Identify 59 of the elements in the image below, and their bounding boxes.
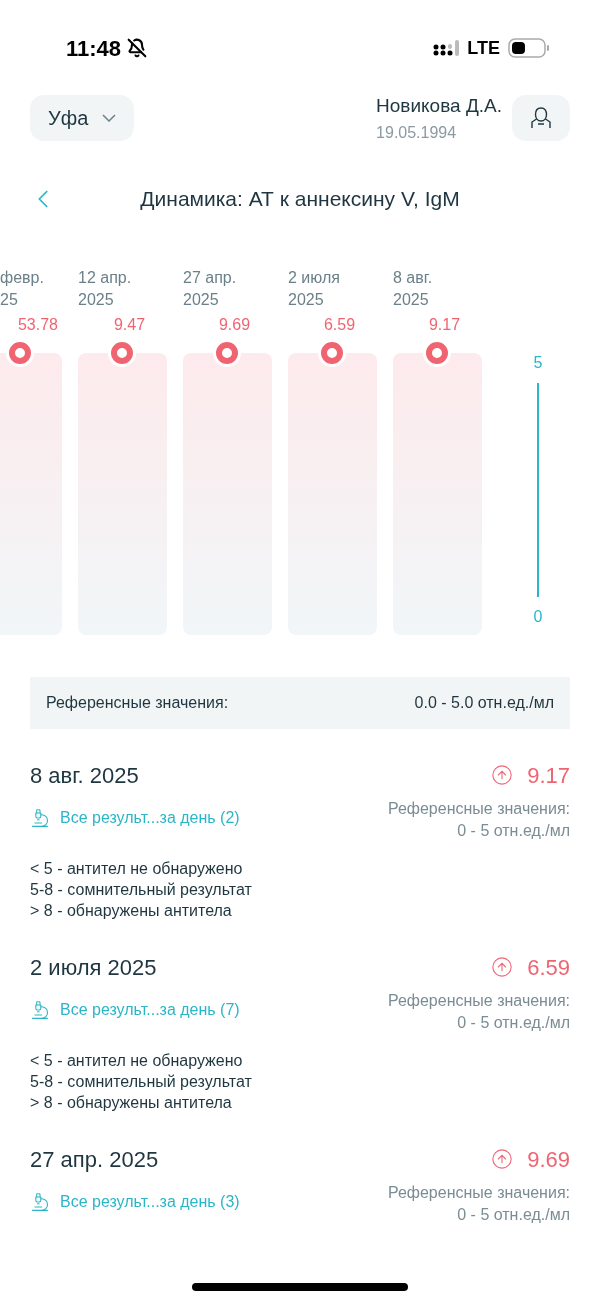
- chart-date-label: 25: [0, 289, 18, 310]
- chart-value-label: 9.17: [428, 314, 461, 335]
- chart-date-label: 2025: [288, 289, 324, 310]
- result-value: 9.69: [527, 1145, 570, 1174]
- reference-value: 0 - 5 отн.ед./мл: [457, 1204, 570, 1225]
- reference-label: Референсные значения:: [387, 798, 570, 819]
- bell-off-icon: [127, 38, 148, 58]
- signal-icon: [433, 39, 460, 57]
- microscope-icon: [30, 1191, 50, 1212]
- interpretation-note: > 8 - обнаружены антитела: [30, 900, 233, 921]
- chart-date-label: 12 апр.: [78, 267, 132, 288]
- chart-point[interactable]: [321, 341, 343, 364]
- interpretation-note: > 8 - обнаружены антитела: [30, 1092, 233, 1113]
- result-value: 9.17: [527, 761, 570, 790]
- battery-icon: [508, 38, 550, 58]
- network-type: LTE: [467, 36, 500, 60]
- chart-value-label: 9.69: [218, 314, 251, 335]
- reference-bar-value: 0.0 - 5.0 отн.ед./мл: [414, 692, 554, 713]
- day-results-link[interactable]: Все результ...за день (2): [30, 805, 240, 830]
- reference-value: 0 - 5 отн.ед./мл: [457, 820, 570, 841]
- interpretation-note: 5-8 - сомнительный результат: [30, 1071, 253, 1092]
- result-date: 2 июля 2025: [30, 953, 157, 982]
- interpretation-note: 5-8 - сомнительный результат: [30, 879, 253, 900]
- chart-date-label: 27 апр.: [183, 267, 237, 288]
- result-date: 8 авг. 2025: [30, 761, 139, 790]
- chart-date-label: 8 авг.: [393, 267, 433, 288]
- result-value: 6.59: [527, 953, 570, 982]
- reference-value: 0 - 5 отн.ед./мл: [457, 1012, 570, 1033]
- chart-date-label: 2 июля: [288, 267, 340, 288]
- day-results-link[interactable]: Все результ...за день (3): [30, 1189, 240, 1214]
- chart-date-label: 2025: [183, 289, 219, 310]
- axis-max-label: 5: [533, 352, 543, 373]
- result-date: 27 апр. 2025: [30, 1145, 159, 1174]
- reference-label: Референсные значения:: [387, 1182, 570, 1203]
- city-selector[interactable]: Уфа: [30, 95, 135, 142]
- chart-value-label: 53.78: [17, 314, 58, 335]
- chart-date-label: 2025: [393, 289, 429, 310]
- interpretation-note: < 5 - антител не обнаружено: [30, 1050, 244, 1071]
- status-time: 11:48: [66, 34, 122, 63]
- chart-point[interactable]: [111, 341, 133, 364]
- page-title: Динамика: АТ к аннексину V, IgM: [140, 185, 460, 212]
- chart-value-label: 9.47: [113, 314, 146, 335]
- chart-point[interactable]: [9, 341, 31, 364]
- microscope-icon: [30, 999, 50, 1020]
- microscope-icon: [30, 807, 50, 828]
- reference-label: Референсные значения:: [387, 990, 570, 1011]
- chart-date-label: февр.: [0, 267, 44, 288]
- axis-min-label: 0: [533, 606, 543, 627]
- chevron-down-icon: [102, 114, 117, 123]
- patient-name: Новикова Д.А.: [376, 94, 502, 118]
- day-results-link[interactable]: Все результ...за день (7): [30, 997, 240, 1022]
- interpretation-note: < 5 - антител не обнаружено: [30, 858, 244, 879]
- chart-date-label: 2025: [78, 289, 114, 310]
- chart-point[interactable]: [426, 341, 448, 364]
- birth-date: 19.05.1994: [376, 122, 458, 143]
- reference-bar-label: Референсные значения:: [46, 692, 229, 713]
- chart-value-label: 6.59: [323, 314, 356, 335]
- profile-button[interactable]: [512, 95, 570, 142]
- chart-point[interactable]: [216, 341, 238, 364]
